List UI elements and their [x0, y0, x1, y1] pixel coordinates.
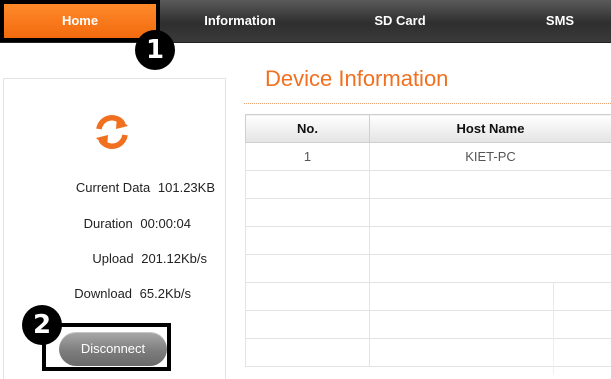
table-row	[246, 199, 611, 227]
cell-host-name	[370, 199, 611, 227]
column-header-host-name: Host Name	[370, 115, 611, 143]
nav-tab-home[interactable]: Home	[0, 0, 160, 42]
page-title: Device Information	[265, 66, 448, 92]
nav-tab-sms[interactable]: SMS	[520, 0, 600, 42]
current-data-value: 101.23KB	[158, 180, 215, 195]
cell-no: 1	[246, 143, 370, 171]
cell-host-name	[370, 311, 611, 339]
device-table: No. Host Name 1 KIET-PC	[245, 114, 611, 367]
download-value: 65.2Kb/s	[140, 286, 191, 301]
upload-row: Upload 201.12Kb/s	[92, 251, 207, 266]
upload-label: Upload	[92, 251, 133, 266]
current-data-label: Current Data	[76, 180, 150, 195]
cell-no	[246, 199, 370, 227]
cell-host-name	[370, 283, 611, 311]
disconnect-highlight-box: Disconnect	[42, 323, 171, 371]
cell-host-name	[370, 255, 611, 283]
cell-host-name	[370, 227, 611, 255]
nav-tab-sd-card[interactable]: SD Card	[340, 0, 460, 42]
download-row: Download 65.2Kb/s	[74, 286, 191, 301]
duration-row: Duration 00:00:04	[84, 216, 191, 231]
table-row	[246, 255, 611, 283]
table-row	[246, 311, 611, 339]
callout-badge-2: 2	[22, 305, 62, 345]
table-row	[246, 171, 611, 199]
title-divider	[244, 103, 611, 104]
table-row: 1 KIET-PC	[246, 143, 611, 171]
disconnect-button[interactable]: Disconnect	[59, 332, 167, 366]
table-header-row: No. Host Name	[246, 115, 611, 143]
nav-tab-information[interactable]: Information	[175, 0, 305, 42]
cell-no	[246, 283, 370, 311]
mouse-cursor-trace	[553, 283, 554, 375]
cell-no	[246, 339, 370, 367]
upload-value: 201.12Kb/s	[141, 251, 207, 266]
cell-no	[246, 255, 370, 283]
table-row	[246, 227, 611, 255]
cell-host-name: KIET-PC	[370, 143, 611, 171]
duration-label: Duration	[84, 216, 133, 231]
cell-host-name	[370, 171, 611, 199]
refresh-icon[interactable]	[92, 112, 132, 152]
table-row	[246, 339, 611, 367]
column-header-no: No.	[246, 115, 370, 143]
cell-no	[246, 311, 370, 339]
cell-host-name	[370, 339, 611, 367]
callout-badge-1: 1	[135, 30, 175, 70]
cell-no	[246, 171, 370, 199]
table-row	[246, 283, 611, 311]
download-label: Download	[74, 286, 132, 301]
cell-no	[246, 227, 370, 255]
duration-value: 00:00:04	[140, 216, 191, 231]
top-navigation: Home Information SD Card SMS	[0, 0, 611, 43]
current-data-row: Current Data 101.23KB	[76, 180, 215, 195]
